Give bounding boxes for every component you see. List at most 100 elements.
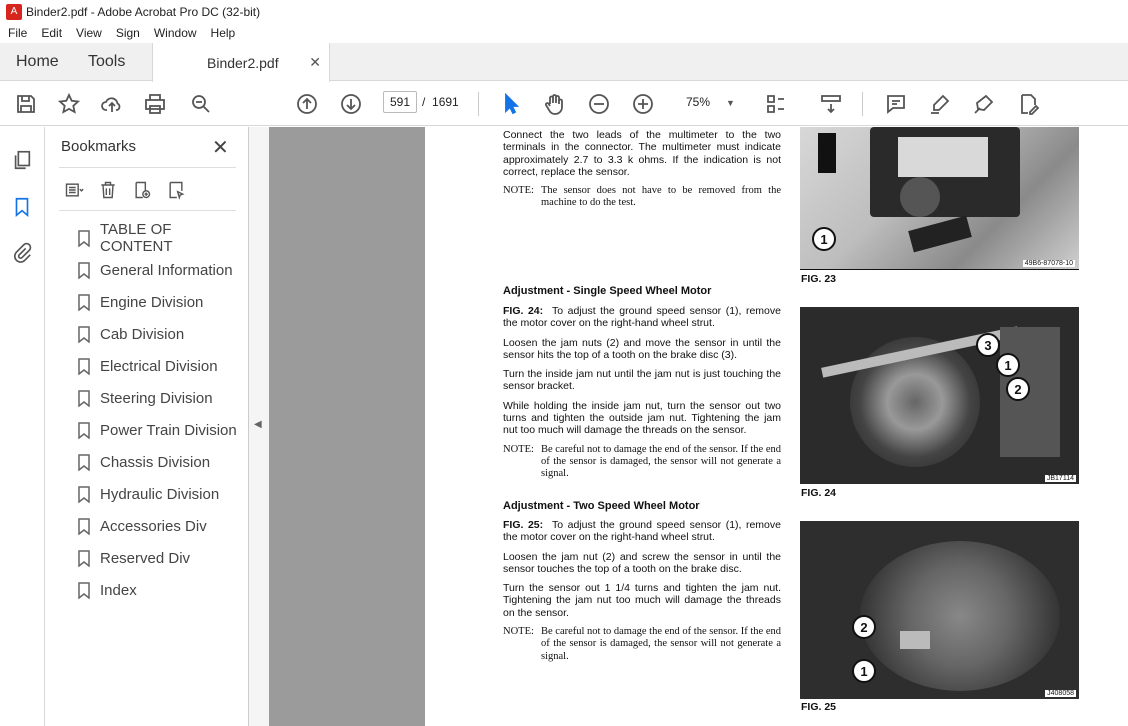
bookmark-item[interactable]: Electrical Division xyxy=(78,350,248,382)
text-block: Connect the two leads of the multimeter … xyxy=(503,129,781,210)
main-toolbar xyxy=(0,82,1128,126)
comment-icon[interactable] xyxy=(882,90,910,118)
bookmark-item[interactable]: Accessories Div xyxy=(78,510,248,542)
menu-help[interactable]: Help xyxy=(203,26,242,40)
bookmark-item[interactable]: General Information xyxy=(78,254,248,286)
zoom-out-icon[interactable] xyxy=(585,90,613,118)
close-tab-icon[interactable]: ✕ xyxy=(309,54,321,71)
menu-file[interactable]: File xyxy=(0,26,33,40)
paragraph: FIG. 24: To adjust the ground speed sens… xyxy=(503,305,781,330)
save-icon[interactable] xyxy=(12,90,40,118)
callout-2: 2 xyxy=(1006,377,1030,401)
menu-window[interactable]: Window xyxy=(146,26,203,40)
sensor-shape xyxy=(818,133,836,173)
page-total: / 1691 xyxy=(422,95,459,109)
bookmark-item[interactable]: Index xyxy=(78,574,248,606)
bookmark-flag-icon xyxy=(78,453,90,471)
tab-document-label: Binder2.pdf xyxy=(207,54,279,71)
bookmark-item[interactable]: Cab Division xyxy=(78,318,248,350)
bookmark-flag-icon xyxy=(78,485,90,503)
bookmark-label: Cab Division xyxy=(100,325,185,343)
tab-tools[interactable]: Tools xyxy=(88,43,125,81)
document-viewer[interactable]: Connect the two leads of the multimeter … xyxy=(269,127,1128,726)
collapse-panel-icon[interactable]: ◀ xyxy=(254,419,262,430)
page-number-input[interactable]: 591 xyxy=(383,91,417,113)
bookmark-flag-icon xyxy=(78,293,90,311)
zoom-level[interactable]: 75% xyxy=(686,95,710,109)
toolbar-divider xyxy=(862,92,863,116)
scroll-mode-icon[interactable] xyxy=(817,90,845,118)
page-fit-icon[interactable] xyxy=(762,90,790,118)
bookmark-label: Power Train Division xyxy=(100,421,237,439)
text-block: FIG. 25: To adjust the ground speed sens… xyxy=(503,519,781,663)
note-text: Be careful not to damage the end of the … xyxy=(541,443,781,480)
panel-splitter[interactable]: ◀ xyxy=(249,127,269,726)
figure-code: J408058 xyxy=(1045,690,1076,697)
bookmark-flag-icon xyxy=(78,389,90,407)
new-bookmark-icon[interactable] xyxy=(127,177,157,203)
upload-cloud-icon[interactable] xyxy=(98,90,126,118)
note-label: NOTE: xyxy=(503,185,534,197)
toolbar-divider xyxy=(478,92,479,116)
menu-edit[interactable]: Edit xyxy=(33,26,68,40)
sign-pen-icon[interactable] xyxy=(970,90,998,118)
wheel-motor-shape xyxy=(860,541,1060,691)
callout-1: 1 xyxy=(852,659,876,683)
bookmark-item[interactable]: Engine Division xyxy=(78,286,248,318)
bookmark-item[interactable]: TABLE OF CONTENT xyxy=(78,221,248,255)
window-title: Binder2.pdf - Adobe Acrobat Pro DC (32-b… xyxy=(26,4,261,19)
star-icon[interactable] xyxy=(55,90,83,118)
tab-home[interactable]: Home xyxy=(16,43,59,81)
bookmark-item[interactable]: Power Train Division xyxy=(78,414,248,446)
print-icon[interactable] xyxy=(141,90,169,118)
zoom-search-icon[interactable] xyxy=(187,90,215,118)
zoom-dropdown-icon[interactable]: ▼ xyxy=(726,98,735,108)
bookmark-label: Reserved Div xyxy=(100,549,191,567)
bookmark-item[interactable]: Steering Division xyxy=(78,382,248,414)
bookmark-item[interactable]: Hydraulic Division xyxy=(78,478,248,510)
previous-page-icon[interactable] xyxy=(293,90,321,118)
bookmarks-panel: Bookmarks ✕ TABLE OF CONTENT General Inf… xyxy=(46,127,249,726)
select-cursor-icon[interactable] xyxy=(497,90,525,118)
bookmark-flag-icon xyxy=(78,581,90,599)
bookmark-from-selection-icon[interactable] xyxy=(161,177,191,203)
bookmark-flag-icon xyxy=(78,421,90,439)
menu-sign[interactable]: Sign xyxy=(108,26,146,40)
hand-tool-icon[interactable] xyxy=(541,90,569,118)
tab-bar: Home Tools Binder2.pdf ✕ xyxy=(0,43,1128,82)
paragraph: Turn the inside jam nut until the jam nu… xyxy=(503,368,781,393)
bookmark-label: Steering Division xyxy=(100,389,213,407)
figure-23-photo: 1 49B6-87078-10 xyxy=(800,127,1079,269)
paragraph-text: To adjust the ground speed sensor (1), r… xyxy=(503,519,781,544)
bookmark-flag-icon xyxy=(78,325,90,343)
figure-24-photo: 3 1 2 JB17114 xyxy=(800,307,1079,484)
next-page-icon[interactable] xyxy=(337,90,365,118)
page-separator: / xyxy=(422,95,426,109)
bookmark-label: TABLE OF CONTENT xyxy=(100,221,173,255)
connector-shape xyxy=(908,215,972,253)
bookmark-label: General Information xyxy=(100,261,233,279)
bookmark-label: Chassis Division xyxy=(100,453,211,471)
attachment-icon[interactable] xyxy=(9,240,35,266)
zoom-in-icon[interactable] xyxy=(629,90,657,118)
paragraph: Turn the sensor out 1 1/4 turns and tigh… xyxy=(503,582,781,619)
highlight-pen-icon[interactable] xyxy=(926,90,954,118)
bookmarks-list: TABLE OF CONTENT General Information Eng… xyxy=(78,221,248,606)
callout-1: 1 xyxy=(812,227,836,251)
note: NOTE: Be careful not to damage the end o… xyxy=(503,444,781,481)
figure-code: JB17114 xyxy=(1044,475,1076,482)
options-menu-icon[interactable] xyxy=(59,177,89,203)
edit-pdf-icon[interactable] xyxy=(1014,90,1042,118)
tab-document[interactable]: Binder2.pdf ✕ xyxy=(152,43,330,82)
page-thumbnails-icon[interactable] xyxy=(9,147,35,173)
bookmark-item[interactable]: Reserved Div xyxy=(78,542,248,574)
bookmark-flag-icon xyxy=(78,357,90,375)
close-panel-icon[interactable]: ✕ xyxy=(212,135,229,160)
bookmark-panel-icon[interactable] xyxy=(9,194,35,220)
bookmark-flag-icon xyxy=(78,517,90,535)
sensor-shape xyxy=(900,631,930,649)
menu-view[interactable]: View xyxy=(68,26,108,40)
delete-bookmark-icon[interactable] xyxy=(93,177,123,203)
bookmark-item[interactable]: Chassis Division xyxy=(78,446,248,478)
divider xyxy=(59,167,236,168)
